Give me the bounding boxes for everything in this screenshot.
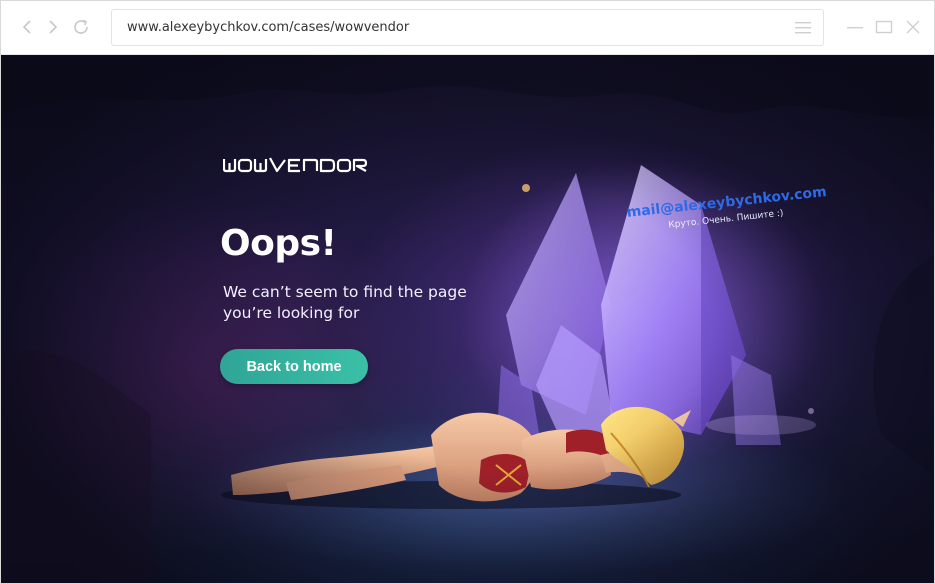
error-message-line-2: you’re looking for	[223, 304, 360, 322]
hamburger-menu-icon[interactable]	[795, 21, 811, 35]
error-page: Oops! We can’t seem to find the page you…	[1, 55, 934, 583]
close-icon[interactable]	[904, 18, 922, 36]
chevron-right-icon[interactable]	[43, 17, 63, 37]
browser-toolbar: www.alexeybychkov.com/cases/wowvendor	[1, 1, 934, 55]
page-title: Oops!	[220, 223, 337, 264]
error-message-line-1: We can’t seem to find the page	[223, 283, 467, 301]
chevron-left-icon[interactable]	[17, 17, 37, 37]
minimize-icon[interactable]	[846, 18, 864, 36]
address-bar[interactable]: www.alexeybychkov.com/cases/wowvendor	[111, 9, 824, 46]
maximize-icon[interactable]	[875, 18, 893, 36]
browser-window: www.alexeybychkov.com/cases/wowvendor Oo…	[0, 0, 935, 584]
url-text: www.alexeybychkov.com/cases/wowvendor	[127, 20, 410, 35]
reload-icon[interactable]	[71, 17, 91, 37]
wowvendor-logo	[222, 155, 373, 175]
back-to-home-button[interactable]: Back to home	[220, 349, 368, 384]
error-message: We can’t seem to find the page you’re lo…	[223, 282, 483, 324]
